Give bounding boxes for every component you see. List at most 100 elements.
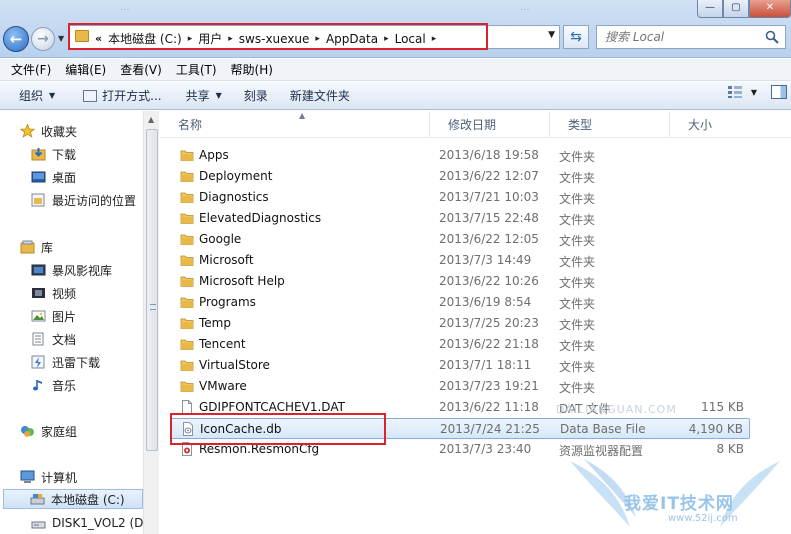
nav-desktop[interactable]: 桌面 [31,167,76,187]
menu-view[interactable]: 查看(V) [113,61,169,78]
breadcrumb-appdata[interactable]: AppData [326,32,378,46]
file-row[interactable]: Deployment 2013/6/22 12:07 文件夹 [170,166,750,187]
forward-button[interactable]: → [31,27,55,51]
downloads-icon [31,148,46,161]
nav-disk1[interactable]: DISK1_VOL2 (D [31,513,143,533]
scrollbar-thumb[interactable] [146,129,158,451]
column-date[interactable]: 修改日期 [430,111,550,137]
breadcrumb-separator-icon[interactable]: ▸ [188,34,193,44]
file-row[interactable]: VMware 2013/7/23 19:21 文件夹 [170,376,750,397]
navigation-scrollbar[interactable]: ▲ [143,111,159,534]
file-row[interactable]: ElevatedDiagnostics 2013/7/15 22:48 文件夹 [170,208,750,229]
search-input[interactable] [605,27,765,47]
menu-edit[interactable]: 编辑(E) [58,61,113,78]
preview-pane-icon[interactable] [771,85,787,99]
file-type: 文件夹 [559,276,596,290]
folder-icon [180,295,194,309]
file-date: 2013/6/18 19:58 [439,148,539,162]
column-name[interactable]: 名称 [160,111,430,137]
file-date: 2013/6/22 11:18 [439,400,539,414]
organize-button[interactable]: 组织 ▼ [10,85,64,107]
breadcrumb-overflow[interactable]: « [95,32,102,45]
nav-label: 桌面 [52,170,77,185]
refresh-icon: ⇆ [570,29,582,45]
arrow-left-icon: ← [9,30,23,48]
file-type: 资源监视器配置 [559,444,644,458]
new-folder-button[interactable]: 新建文件夹 [281,85,359,107]
scroll-up-icon[interactable]: ▲ [148,115,154,124]
burn-button[interactable]: 刻录 [235,85,277,107]
nav-label: 计算机 [41,470,78,485]
nav-pictures[interactable]: 图片 [31,306,76,326]
file-name: Microsoft [199,253,254,267]
watermark-faint: DAILIANGUAN.COM [556,403,677,416]
column-size[interactable]: 大小 [670,111,750,137]
file-date: 2013/7/15 22:48 [439,211,539,225]
window-controls: — ▢ ✕ [697,0,791,18]
file-name: Resmon.ResmonCfg [199,442,320,456]
refresh-button[interactable]: ⇆ [563,25,589,49]
file-row[interactable]: Tencent 2013/6/22 21:18 文件夹 [170,334,750,355]
nav-favorites[interactable]: 收藏夹 [20,121,77,141]
menu-tools[interactable]: 工具(T) [169,61,224,78]
nav-documents[interactable]: 文档 [31,329,76,349]
file-name: VMware [199,379,247,393]
breadcrumb-local[interactable]: Local [395,32,426,46]
file-row[interactable]: Microsoft Help 2013/6/22 10:26 文件夹 [170,271,750,292]
file-row[interactable]: Programs 2013/6/19 8:54 文件夹 [170,292,750,313]
nav-downloads[interactable]: 下载 [31,144,76,164]
menu-file[interactable]: 文件(F) [4,61,58,78]
nav-homegroup[interactable]: 家庭组 [20,421,77,441]
address-dropdown-icon[interactable]: ▼ [548,30,555,40]
share-button[interactable]: 共享 ▼ [177,85,231,107]
breadcrumb-separator-icon[interactable]: ▸ [432,34,437,44]
nav-videos[interactable]: 视频 [31,283,76,303]
minimize-button[interactable]: — [697,0,723,18]
breadcrumb-users[interactable]: 用户 [198,30,222,47]
history-dropdown[interactable]: ▼ [58,34,64,43]
file-row[interactable]: Microsoft 2013/7/3 14:49 文件夹 [170,250,750,271]
view-options-icon[interactable] [727,85,743,99]
file-row[interactable]: Google 2013/6/22 12:05 文件夹 [170,229,750,250]
maximize-button[interactable]: ▢ [723,0,749,18]
folder-icon [180,148,194,162]
file-name: Deployment [199,169,273,183]
nav-local-disk[interactable]: 本地磁盘 (C:) [3,489,143,509]
file-type: Data Base File [560,422,646,436]
file-row[interactable]: Resmon.ResmonCfg 2013/7/3 23:40 资源监视器配置 8 K… [170,439,750,460]
close-button[interactable]: ✕ [749,0,791,18]
command-bar: 组织 ▼ 打开方式... 共享 ▼ 刻录 新建文件夹 ▼ [0,82,791,110]
resmon-config-icon [180,442,194,456]
back-button[interactable]: ← [3,26,29,52]
open-with-button[interactable]: 打开方式... [74,85,170,107]
breadcrumb-local-disk[interactable]: 本地磁盘 (C:) [108,30,182,47]
nav-music[interactable]: 音乐 [31,375,76,395]
file-date: 2013/7/3 23:40 [439,442,532,456]
address-bar[interactable]: « 本地磁盘 (C:) ▸ 用户 ▸ sws-xuexue ▸ AppData … [68,25,560,49]
nav-libraries[interactable]: 库 [20,237,53,257]
file-row[interactable]: Diagnostics 2013/7/21 10:03 文件夹 [170,187,750,208]
breadcrumb-user[interactable]: sws-xuexue [239,32,310,46]
file-type: 文件夹 [559,297,596,311]
nav-recent[interactable]: 最近访问的位置 [31,190,136,210]
file-row[interactable]: Temp 2013/7/25 20:23 文件夹 [170,313,750,334]
view-dropdown-icon[interactable]: ▼ [751,88,757,97]
file-row[interactable]: Apps 2013/6/18 19:58 文件夹 [170,145,750,166]
nav-baofeng[interactable]: 暴风影视库 [31,260,112,280]
menu-help[interactable]: 帮助(H) [224,61,280,78]
file-size: 115 KB [701,400,744,414]
title-text: ... ... [120,2,530,13]
folder-icon [180,211,194,225]
file-row[interactable]: IconCache.db 2013/7/24 21:25 Data Base Fil… [170,418,750,439]
file-row[interactable]: VirtualStore 2013/7/1 18:11 文件夹 [170,355,750,376]
column-type[interactable]: 类型 [550,111,670,137]
breadcrumb-separator-icon[interactable]: ▸ [384,34,389,44]
file-name: IconCache.db [200,422,282,436]
breadcrumb-separator-icon[interactable]: ▸ [315,34,320,44]
search-icon[interactable] [765,30,779,44]
file-date: 2013/6/22 12:05 [439,232,539,246]
breadcrumb-separator-icon[interactable]: ▸ [228,34,233,44]
nav-computer[interactable]: 计算机 [20,467,77,487]
folder-icon [75,30,89,42]
nav-thunder[interactable]: 迅雷下载 [31,352,100,372]
